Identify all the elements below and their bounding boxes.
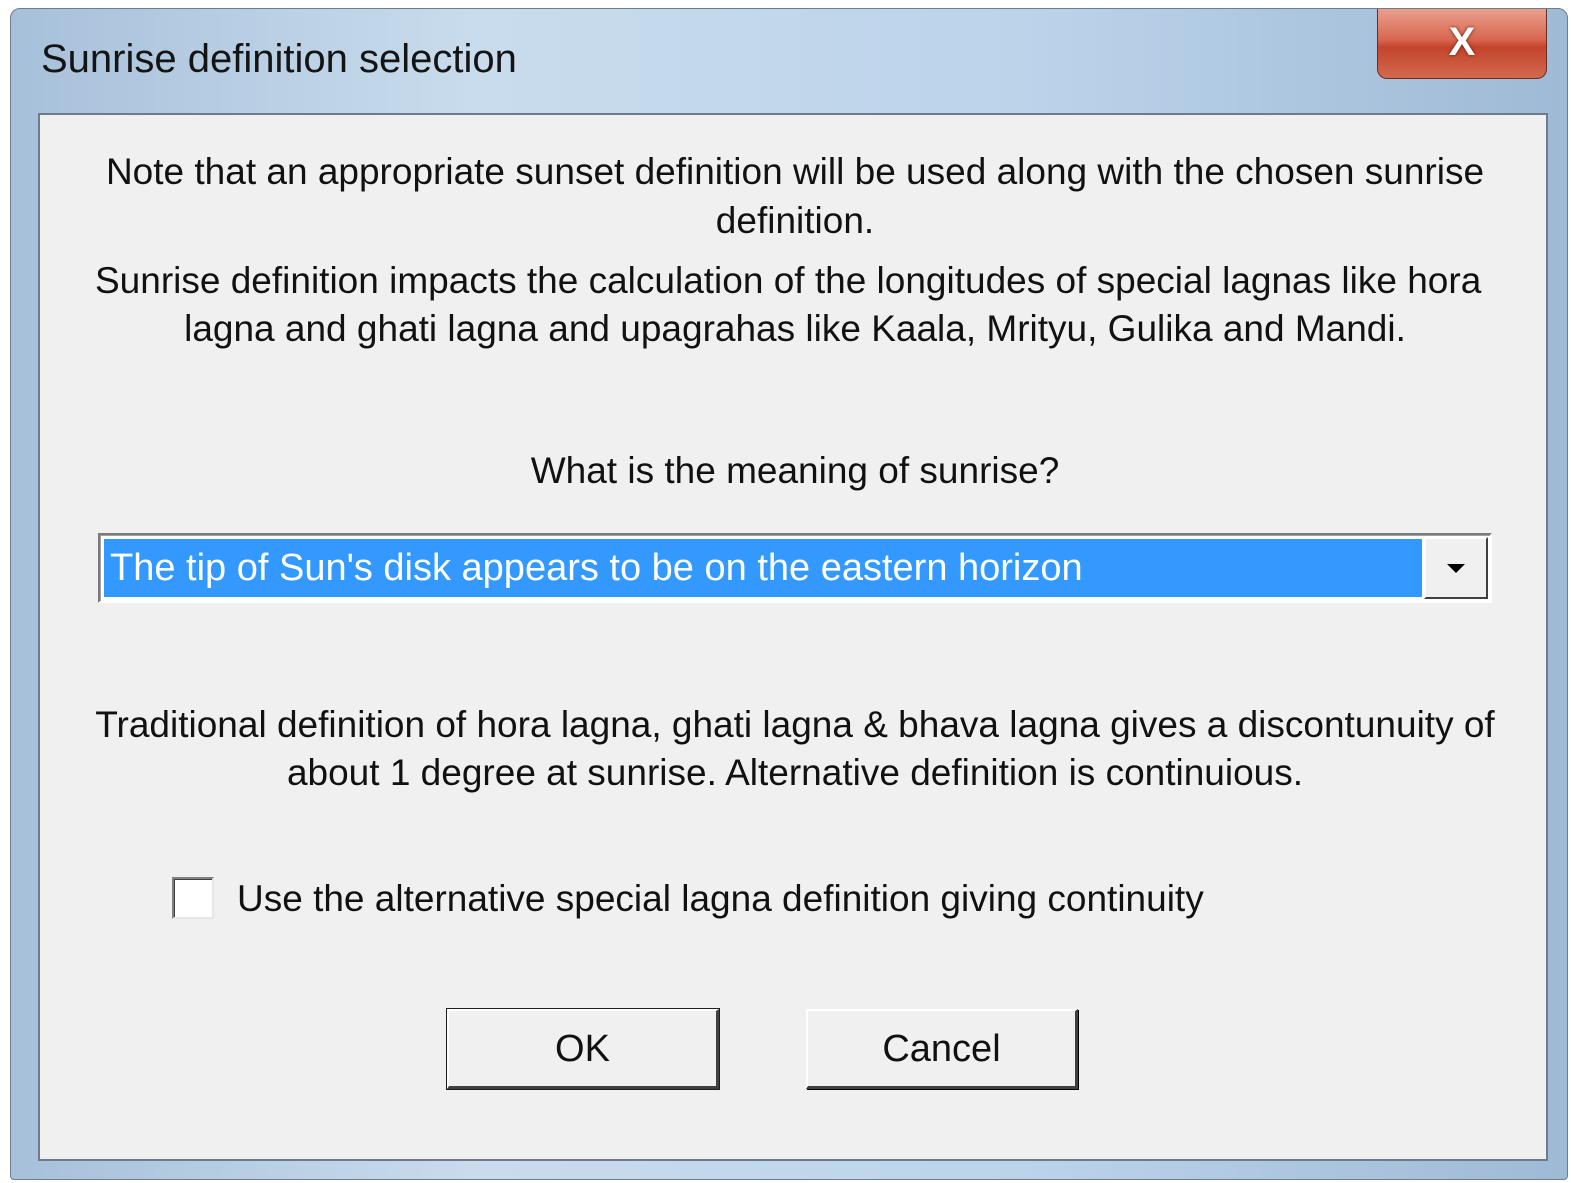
- title-bar[interactable]: Sunrise definition selection X: [11, 9, 1567, 113]
- close-icon: X: [1448, 20, 1476, 64]
- ok-button[interactable]: OK: [446, 1008, 720, 1090]
- window-title: Sunrise definition selection: [41, 37, 517, 81]
- dropdown-button[interactable]: [1424, 537, 1488, 599]
- sunrise-definition-select[interactable]: The tip of Sun's disk appears to be on t…: [98, 533, 1492, 603]
- alternative-lagna-checkbox[interactable]: [172, 877, 214, 919]
- dialog-body: Note that an appropriate sunset definiti…: [38, 113, 1548, 1161]
- note-text-line-2: definition.: [715, 200, 875, 241]
- alternative-lagna-checkbox-label[interactable]: Use the alternative special lagna defini…: [237, 875, 1204, 923]
- cancel-button[interactable]: Cancel: [806, 1009, 1078, 1089]
- chevron-down-icon: [1447, 564, 1465, 573]
- traditional-text-line-2: about 1 degree at sunrise. Alternative d…: [286, 752, 1304, 793]
- dialog-window: Sunrise definition selection X Note that…: [10, 8, 1568, 1180]
- close-button[interactable]: X: [1377, 9, 1547, 79]
- sunrise-definition-selected-value[interactable]: The tip of Sun's disk appears to be on t…: [104, 539, 1422, 597]
- impact-text-line-1: Sunrise definition impacts the calculati…: [95, 260, 1482, 301]
- impact-text-line-2: lagna and ghati lagna and upagrahas like…: [184, 308, 1406, 349]
- note-text-line-1: Note that an appropriate sunset definiti…: [105, 151, 1485, 192]
- traditional-text-line-1: Traditional definition of hora lagna, gh…: [95, 704, 1495, 745]
- sunrise-question-label: What is the meaning of sunrise?: [530, 450, 1060, 491]
